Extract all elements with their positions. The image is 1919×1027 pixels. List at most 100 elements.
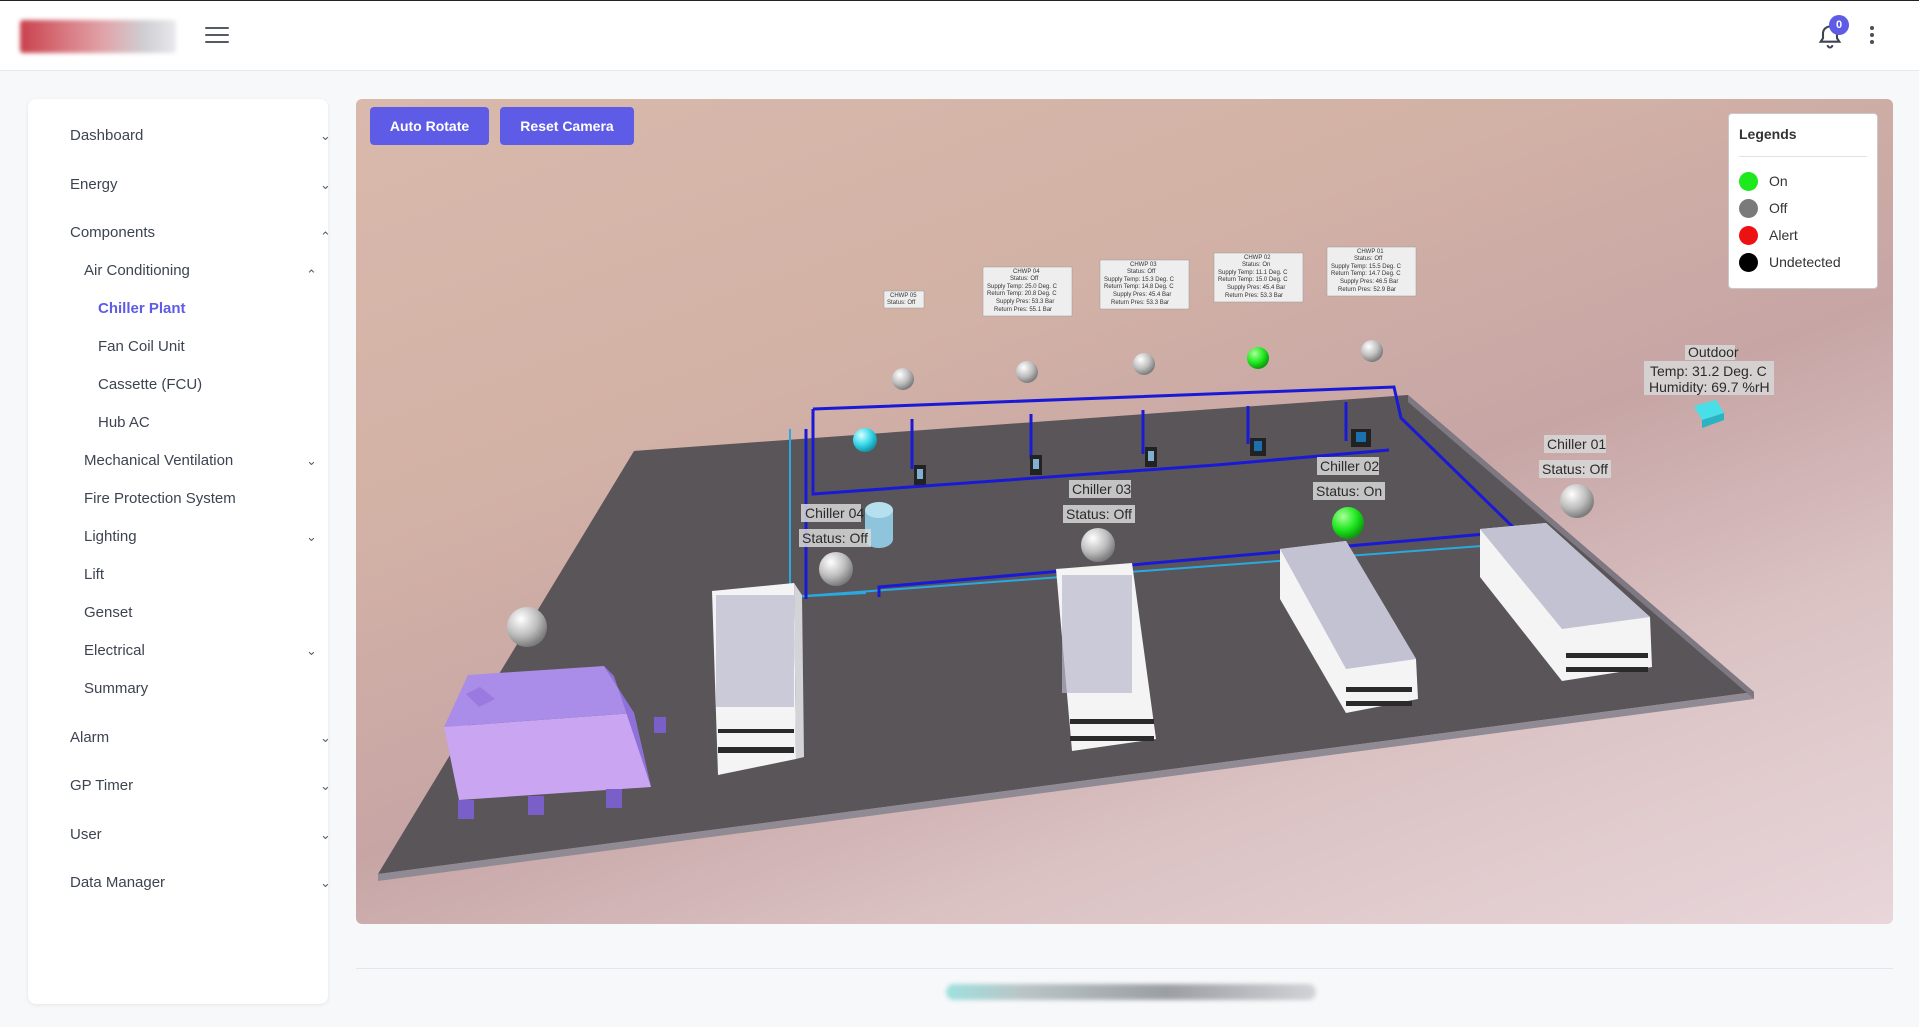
sidebar: Dashboard ⌄ Energy ⌄ Components ⌃ Air Condi… [28,99,331,1004]
sidebar-item-user[interactable]: User ⌄ [70,822,331,848]
legend-label: On [1769,173,1788,189]
sidebar-item-label: Components [70,224,156,241]
legend-swatch-off [1739,199,1758,218]
svg-text:Temp: 31.2 Deg. C: Temp: 31.2 Deg. C [1650,363,1767,379]
sidebar-item-fire-protection[interactable]: Fire Protection System [84,486,320,512]
sidebar-item-fan-coil-unit[interactable]: Fan Coil Unit [98,334,320,360]
pump-chwp-05 [914,465,926,485]
outdoor-label: Outdoor Temp: 31.2 Deg. C Humidity: 69.7… [1644,344,1774,395]
chiller-02-status-sphere[interactable] [1332,507,1364,539]
sidebar-item-gp-timer[interactable]: GP Timer ⌄ [70,773,331,799]
sidebar-item-label: Cassette (FCU) [98,376,203,393]
sidebar-item-cassette-fcu[interactable]: Cassette (FCU) [98,372,320,398]
sidebar-item-label: Air Conditioning [84,262,190,279]
svg-text:Supply Pres: 53.3 Bar: Supply Pres: 53.3 Bar [996,299,1054,305]
svg-text:Supply Temp: 25.0 Deg. C: Supply Temp: 25.0 Deg. C [987,284,1058,290]
svg-text:Return Temp: 20.8 Deg. C: Return Temp: 20.8 Deg. C [987,291,1057,297]
svg-text:CHWP 01: CHWP 01 [1357,249,1384,255]
sidebar-item-lift[interactable]: Lift [84,562,320,588]
sidebar-item-label: Alarm [70,729,110,746]
legend-title: Legends [1739,126,1797,142]
chiller-plant-3d-viewer[interactable]: Chiller 04 Status: Off Chiller 03 Status… [356,99,1893,924]
chiller-04-status-sphere[interactable] [819,552,853,586]
chevron-down-icon: ⌄ [320,778,331,793]
chevron-down-icon: ⌄ [320,128,331,143]
sidebar-item-air-conditioning[interactable]: Air Conditioning ⌃ [84,258,320,284]
sidebar-item-components[interactable]: Components ⌃ [70,220,331,246]
sidebar-item-label: Data Manager [70,874,166,891]
sidebar-item-electrical[interactable]: Electrical ⌄ [84,638,320,664]
sidebar-item-dashboard[interactable]: Dashboard ⌄ [70,123,331,149]
legend-divider [1739,156,1867,157]
svg-text:Supply Pres: 45.4 Bar: Supply Pres: 45.4 Bar [1227,285,1285,291]
sidebar-item-alarm[interactable]: Alarm ⌄ [70,725,331,751]
sidebar-item-label: Energy [70,176,118,193]
svg-text:Status: On: Status: On [1316,483,1382,499]
svg-text:Chiller 04: Chiller 04 [805,505,864,521]
sidebar-item-genset[interactable]: Genset [84,600,320,626]
sidebar-item-lighting[interactable]: Lighting ⌄ [84,524,320,550]
svg-text:Return Temp: 14.7 Deg. C: Return Temp: 14.7 Deg. C [1331,271,1401,277]
chevron-down-icon: ⌄ [306,453,317,468]
sidebar-item-label: Fire Protection System [84,490,236,507]
pump-chwp-03-status-sphere[interactable] [1133,353,1155,375]
legend-item-on: On [1739,170,1874,192]
chiller-01-label: Chiller 01 Status: Off [1539,435,1611,478]
legend-swatch-alert [1739,226,1758,245]
pump-chwp-04-status-sphere[interactable] [1016,361,1038,383]
chiller-03-status-sphere[interactable] [1081,528,1115,562]
chiller-04-unit[interactable] [712,583,804,775]
svg-text:Supply Temp: 11.1 Deg. C: Supply Temp: 11.1 Deg. C [1218,270,1288,276]
svg-text:Return Pres: 52.9 Bar: Return Pres: 52.9 Bar [1338,287,1396,293]
svg-text:Status: Off: Status: Off [887,300,916,306]
sidebar-item-chiller-plant[interactable]: Chiller Plant [98,296,320,322]
pump-chwp-02-status-sphere[interactable] [1247,347,1269,369]
svg-text:Status: Off: Status: Off [1066,506,1132,522]
pump-chwp-05-card: CHWP 05 Status: Off [883,290,925,309]
chevron-down-icon: ⌄ [320,177,331,192]
svg-text:CHWP 02: CHWP 02 [1244,255,1271,261]
sidebar-item-label: Lift [84,566,105,583]
svg-text:Supply Pres: 45.4 Bar: Supply Pres: 45.4 Bar [1113,292,1171,298]
svg-text:Return Pres: 53.3 Bar: Return Pres: 53.3 Bar [1111,300,1169,306]
legend-swatch-undetected [1739,253,1758,272]
sidebar-item-data-manager[interactable]: Data Manager ⌄ [70,870,331,896]
brand-logo[interactable] [20,20,176,53]
chiller-01-status-sphere[interactable] [1560,484,1594,518]
more-options-icon[interactable] [1864,23,1880,49]
sidebar-item-label: User [70,826,102,843]
3d-scene[interactable]: Chiller 04 Status: Off Chiller 03 Status… [356,99,1893,924]
sidebar-item-label: Dashboard [70,127,144,144]
outdoor-sensor[interactable] [1694,400,1724,428]
svg-text:Return Pres: 53.3 Bar: Return Pres: 53.3 Bar [1225,293,1283,299]
sidebar-item-label: Genset [84,604,133,621]
svg-text:Chiller 01: Chiller 01 [1547,436,1606,452]
footer-divider [356,968,1893,969]
footer-copyright-blurred [946,984,1316,1000]
sidebar-item-label: Lighting [84,528,137,545]
legend-item-alert: Alert [1739,224,1874,246]
header-sensor-sphere[interactable] [853,428,877,452]
pump-chwp-02 [1250,438,1266,456]
cooling-tower-status-sphere[interactable] [507,607,547,647]
legend-label: Off [1769,200,1788,216]
pump-chwp-03 [1145,447,1157,467]
reset-camera-button[interactable]: Reset Camera [500,107,634,145]
pump-chwp-05-status-sphere[interactable] [892,368,914,390]
sidebar-item-mechanical-ventilation[interactable]: Mechanical Ventilation ⌄ [84,448,320,474]
pump-chwp-01-status-sphere[interactable] [1361,340,1383,362]
chevron-down-icon: ⌄ [320,875,331,890]
sidebar-item-summary[interactable]: Summary [84,676,320,702]
sidebar-item-hub-ac[interactable]: Hub AC [98,410,320,436]
svg-text:Chiller 03: Chiller 03 [1072,481,1131,497]
sidebar-item-energy[interactable]: Energy ⌄ [70,172,331,198]
legend-label: Alert [1769,227,1798,243]
svg-text:Supply Temp: 15.3 Deg. C: Supply Temp: 15.3 Deg. C [1104,277,1175,283]
chevron-up-icon: ⌃ [306,267,317,282]
svg-text:Return Temp: 14.8 Deg. C: Return Temp: 14.8 Deg. C [1104,284,1174,290]
chevron-down-icon: ⌄ [306,529,317,544]
sidebar-item-label: Electrical [84,642,145,659]
legend-item-off: Off [1739,197,1874,219]
menu-toggle-icon[interactable] [205,27,229,47]
auto-rotate-button[interactable]: Auto Rotate [370,107,489,145]
